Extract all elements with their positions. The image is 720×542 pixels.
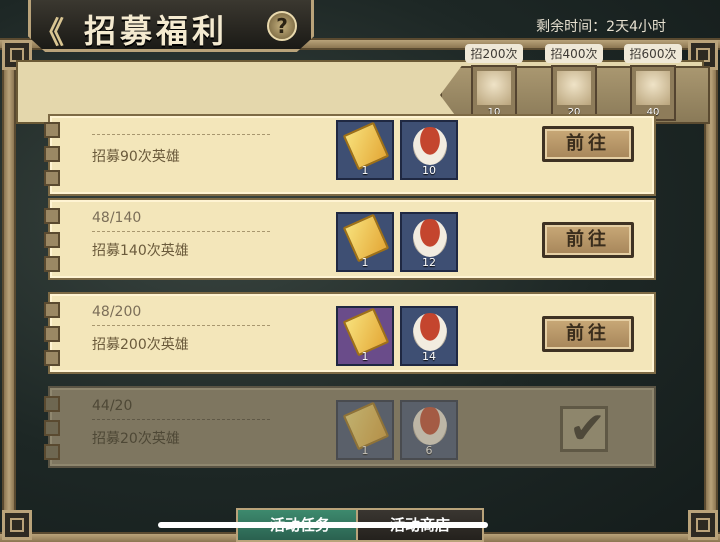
- row-tab: [44, 170, 60, 186]
- hero-portrait-icon: [477, 71, 511, 105]
- row-tab: [44, 122, 60, 138]
- milestone-reward[interactable]: 招600次 40: [624, 44, 682, 121]
- milestone-chest-icon: 40: [630, 65, 676, 121]
- food-bowl-icon: [413, 127, 447, 165]
- task-row-completed: 44/20 招募20次英雄 1 6: [44, 386, 656, 468]
- row-tab: [44, 232, 60, 248]
- row-tab: [44, 444, 60, 460]
- corner-ornament: [688, 510, 718, 540]
- task-row: 48/140 招募140次英雄 1 12 前往: [44, 198, 656, 280]
- frame-left-border: [2, 44, 16, 542]
- reward-count: 1: [361, 164, 369, 177]
- reward-item[interactable]: 1: [336, 306, 394, 366]
- back-button[interactable]: 《: [34, 8, 64, 52]
- ticket-icon: [342, 401, 390, 451]
- reward-count: 1: [361, 350, 369, 363]
- task-progress: 48/140: [92, 210, 142, 226]
- row-tab: [44, 420, 60, 436]
- milestone-label: 招400次: [545, 44, 603, 63]
- task-progress: 48/200: [92, 304, 142, 320]
- home-indicator[interactable]: [158, 522, 488, 528]
- task-label: 招募200次英雄: [92, 337, 189, 353]
- reward-item[interactable]: 14: [400, 306, 458, 366]
- ticket-icon: [342, 213, 390, 263]
- task-label: 招募20次英雄: [92, 431, 180, 447]
- task-label: 招募140次英雄: [92, 243, 189, 259]
- page-title: 招募福利: [84, 12, 229, 50]
- task-row: 招募90次英雄 1 10 前往: [44, 114, 656, 196]
- task-row: 48/200 招募200次英雄 1 14 前往: [44, 292, 656, 374]
- hero-portrait-icon: [636, 71, 670, 105]
- food-bowl-icon: [413, 313, 447, 351]
- reward-item[interactable]: 6: [400, 400, 458, 460]
- reward-count: 12: [422, 256, 436, 269]
- task-label: 招募90次英雄: [92, 149, 180, 165]
- reward-item[interactable]: 1: [336, 212, 394, 272]
- corner-ornament: [2, 510, 32, 540]
- hero-portrait-icon: [557, 71, 591, 105]
- milestone-reward[interactable]: 招400次 20: [545, 44, 603, 121]
- go-button[interactable]: 前往: [542, 316, 634, 352]
- reward-count: 10: [422, 164, 436, 177]
- reward-count: 6: [425, 444, 433, 457]
- food-bowl-icon: [413, 407, 447, 445]
- reward-item[interactable]: 12: [400, 212, 458, 272]
- milestone-label: 招600次: [624, 44, 682, 63]
- milestone-chest-icon: 10: [471, 65, 517, 121]
- completed-check-icon: [560, 403, 608, 454]
- go-button[interactable]: 前往: [542, 222, 634, 258]
- remaining-time: 剩余时间：2天4小时: [536, 19, 666, 35]
- reward-item[interactable]: 1: [336, 120, 394, 180]
- reward-count: 1: [361, 256, 369, 269]
- ticket-icon: [342, 121, 390, 171]
- row-tab: [44, 350, 60, 366]
- divider: [92, 134, 270, 135]
- milestone-label: 招200次: [465, 44, 523, 63]
- ticket-icon: [342, 307, 390, 357]
- row-tab: [44, 396, 60, 412]
- row-tab: [44, 208, 60, 224]
- divider: [92, 419, 270, 420]
- task-progress: 44/20: [92, 398, 133, 414]
- row-tab: [44, 256, 60, 272]
- reward-count: 1: [361, 444, 369, 457]
- go-button[interactable]: 前往: [542, 126, 634, 162]
- divider: [92, 231, 270, 232]
- milestone-reward[interactable]: 招200次 10: [465, 44, 523, 121]
- reward-item[interactable]: 1: [336, 400, 394, 460]
- game-screen: 《 招募福利 ? 剩余时间：2天4小时 招200次 10 招400次 20 招6…: [0, 0, 720, 542]
- reward-item[interactable]: 10: [400, 120, 458, 180]
- reward-count: 14: [422, 350, 436, 363]
- row-tab: [44, 302, 60, 318]
- help-button[interactable]: ?: [267, 11, 297, 41]
- row-tab: [44, 326, 60, 342]
- milestone-chest-icon: 20: [551, 65, 597, 121]
- row-tab: [44, 146, 60, 162]
- divider: [92, 325, 270, 326]
- food-bowl-icon: [413, 219, 447, 257]
